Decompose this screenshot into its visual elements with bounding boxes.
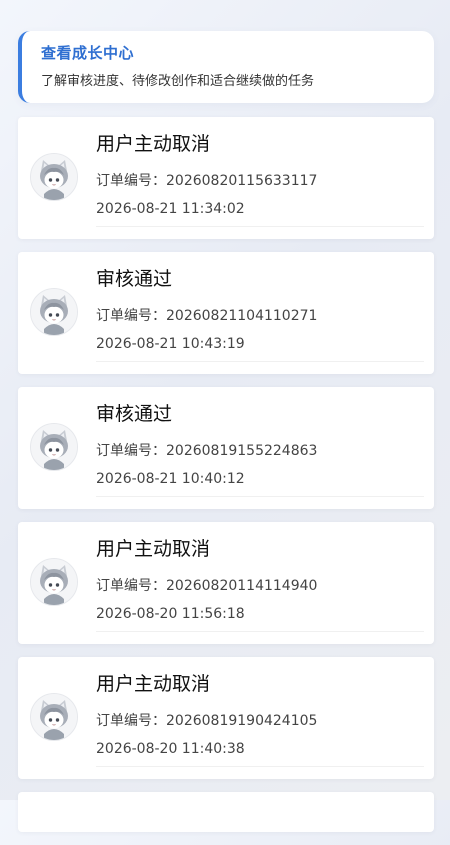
order-number-row: 订单编号：20260819190424105 [96,710,317,730]
divider [96,496,424,497]
cat-girl-avatar-icon [30,693,78,741]
order-number-label: 订单编号： [96,443,166,459]
cat-girl-avatar-icon [30,153,78,201]
divider [96,361,424,362]
order-number-row: 订单编号：20260821104110271 [96,305,317,325]
divider [96,631,424,632]
order-number-row: 订单编号：20260820114114940 [96,575,317,595]
order-time: 2026-08-20 11:56:18 [96,606,245,622]
order-status: 审核通过 [96,403,173,425]
growth-center-banner[interactable]: 查看成长中心 了解审核进度、待修改创作和适合继续做的任务 [18,31,434,103]
order-number-label: 订单编号： [96,308,166,324]
order-time: 2026-08-20 11:40:38 [96,741,245,757]
cat-girl-avatar-icon [30,558,78,606]
divider [96,226,424,227]
order-card[interactable] [18,792,434,832]
order-card[interactable]: 用户主动取消 订单编号：20260819190424105 2026-08-20… [18,657,434,779]
order-number: 20260819155224863 [166,443,318,459]
banner-subtitle: 了解审核进度、待修改创作和适合继续做的任务 [41,74,315,89]
banner-title: 查看成长中心 [41,44,135,62]
order-card[interactable]: 用户主动取消 订单编号：20260820114114940 2026-08-20… [18,522,434,644]
cat-girl-avatar-icon [30,288,78,336]
order-number: 20260820114114940 [166,578,318,594]
order-status: 审核通过 [96,268,173,290]
cat-girl-avatar-icon [30,423,78,471]
order-status: 用户主动取消 [96,538,211,560]
order-number: 20260820115633117 [166,173,318,189]
order-number: 20260819190424105 [166,713,318,729]
order-time: 2026-08-21 11:34:02 [96,201,245,217]
order-number: 20260821104110271 [166,308,318,324]
order-status: 用户主动取消 [96,673,211,695]
divider [96,766,424,767]
order-status: 用户主动取消 [96,133,211,155]
order-card[interactable]: 审核通过 订单编号：20260819155224863 2026-08-21 1… [18,387,434,509]
order-number-row: 订单编号：20260820115633117 [96,170,317,190]
order-card[interactable]: 用户主动取消 订单编号：20260820115633117 2026-08-21… [18,117,434,239]
order-number-row: 订单编号：20260819155224863 [96,440,317,460]
order-time: 2026-08-21 10:43:19 [96,336,245,352]
order-list: 用户主动取消 订单编号：20260820115633117 2026-08-21… [18,117,434,845]
order-number-label: 订单编号： [96,713,166,729]
order-number-label: 订单编号： [96,578,166,594]
order-time: 2026-08-21 10:40:12 [96,471,245,487]
order-card[interactable]: 审核通过 订单编号：20260821104110271 2026-08-21 1… [18,252,434,374]
order-number-label: 订单编号： [96,173,166,189]
